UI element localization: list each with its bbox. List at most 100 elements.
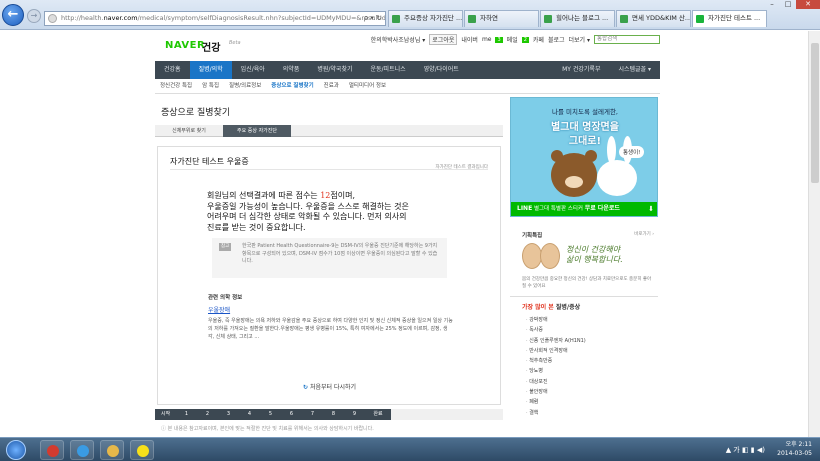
my-naver-link[interactable]: 내이버 <box>461 35 478 44</box>
window-controls: – □ ✕ <box>764 0 820 10</box>
featured-banner[interactable]: 정신이 건강해야 삶이 행복합니다. <box>522 241 650 273</box>
reference-note: 참고 한국판 Patient Health Questionnaire-9는 D… <box>212 238 447 278</box>
browser-tab-label: 힐어나는 블로그 ... <box>556 14 609 22</box>
featured-more-link[interactable]: 바로가기 › <box>634 231 654 237</box>
sub-nav-item[interactable]: 증상으로 질병찾기 <box>266 79 318 93</box>
web-page: NAVER 건강 Beta 한의학박사조남성님 ▾ 로그아웃 내이버 me 3 … <box>0 31 820 437</box>
vertical-scrollbar[interactable] <box>808 31 820 437</box>
kakaotalk-taskbar-app[interactable] <box>130 440 154 460</box>
main-nav-item[interactable]: 병원/약국찾기 <box>308 61 361 79</box>
progress-step: 3 <box>218 409 239 420</box>
forward-button[interactable]: → <box>27 9 41 23</box>
popular-list: 강박장애독사증신종 인플루엔자 A(H1N1)반사회적 인격장애척추측만증당뇨병… <box>526 315 586 418</box>
popular-item[interactable]: 강박장애 <box>526 315 586 325</box>
popular-item[interactable]: 불안장애 <box>526 387 586 397</box>
result-line: 진료를 받는 것이 중요합니다. <box>207 222 306 232</box>
main-nav-right-item[interactable]: 시스템글꼴 ▾ <box>609 61 660 79</box>
logout-button[interactable]: 로그아웃 <box>429 34 458 45</box>
start-button[interactable] <box>6 440 26 460</box>
address-prefix: http://health. <box>61 14 104 22</box>
progress-step: 1 <box>176 409 197 420</box>
main-nav-item[interactable]: 임신/육아 <box>232 61 274 79</box>
sub-tab[interactable]: 주요 증상 자가진단 <box>223 125 291 137</box>
sub-nav-item[interactable]: 멀티미디어 정보 <box>344 79 391 93</box>
line-sticker-ad[interactable]: 나를 미치도록 설레게한, 별그대 명장면을 그대로! 통생이! LINE 별그… <box>510 97 658 217</box>
blog-link[interactable]: 블로그 <box>548 35 565 44</box>
maximize-button[interactable]: □ <box>780 0 796 9</box>
related-link[interactable]: 우울장애 <box>208 305 230 314</box>
related-description: 우울증, 즉 우울장애는 의욕 저하와 우울감을 주요 증상으로 하여 다양한 … <box>208 318 453 340</box>
popular-item[interactable]: 결핵 <box>526 408 586 418</box>
user-menu[interactable]: 한의학박사조남성님 ▾ <box>371 35 426 44</box>
popular-item[interactable]: 당뇨병 <box>526 366 586 376</box>
main-nav-item[interactable]: 의약품 <box>274 61 309 79</box>
more-menu[interactable]: 더보기 ▾ <box>569 35 590 44</box>
popular-item[interactable]: 대상포진 <box>526 377 586 387</box>
ad-headline: 나를 미치도록 설레게한, <box>552 108 618 116</box>
result-line: 우울증일 가능성이 높습니다. 우울증을 스스로 해결하는 것은 <box>207 201 409 211</box>
note-text: 한국판 Patient Health Questionnaire-9는 DSM-… <box>242 243 438 264</box>
beta-label: Beta <box>229 40 241 46</box>
popular-item[interactable]: 신종 인플루엔자 A(H1N1) <box>526 336 586 346</box>
browser-tab[interactable]: 주요증상 자가진단 ... <box>388 10 463 27</box>
speech-bubble: 통생이! <box>619 146 645 158</box>
main-nav-item[interactable]: 운동/피트니스 <box>362 61 415 79</box>
chrome-icon <box>47 445 59 457</box>
ad-cta: 무료 다운로드 <box>584 205 620 212</box>
browser-tab[interactable]: 자가진단 테스트 ... <box>692 10 767 27</box>
minimize-button[interactable]: – <box>764 0 780 9</box>
browser-tab[interactable]: 면세 YDD&KIM 산... <box>616 10 691 27</box>
popular-item[interactable]: 척추측만증 <box>526 356 586 366</box>
sub-nav-item[interactable]: 질병/의료정보 <box>224 79 266 93</box>
ad-download-bar[interactable]: LINE 별그대 특별판 스티커 무료 다운로드 ⬇ <box>511 202 657 216</box>
featured-handwriting: 정신이 건강해야 삶이 행복합니다. <box>566 245 623 265</box>
popular-item[interactable]: 반사회적 인격장애 <box>526 346 586 356</box>
sub-nav-item[interactable]: 진료과 <box>319 79 344 93</box>
featured-description: 몸의 건강만큼 중요한 정신의 건강! 상담과 치료만으로도 충분히 좋아질 수… <box>522 277 652 289</box>
sub-tabs: 신체부위로 찾기 주요 증상 자가진단 <box>155 125 503 137</box>
mail-link[interactable]: 메일 <box>507 35 518 44</box>
chrome-taskbar-app[interactable] <box>40 440 64 460</box>
sub-tab[interactable]: 신체부위로 찾기 <box>155 125 223 137</box>
scroll-thumb[interactable] <box>811 43 819 183</box>
search-input[interactable]: 통합검색 <box>594 35 660 44</box>
main-nav-item[interactable]: 건강홈 <box>155 61 190 79</box>
browser-tab[interactable]: 힐어나는 블로그 ... <box>540 10 615 27</box>
featured-title: 기획특집 <box>522 233 543 239</box>
popular-title: 가장 많이 본 질병/증상 <box>522 302 580 311</box>
clock-date: 2014-03-05 <box>777 450 812 457</box>
service-name[interactable]: 건강 <box>202 39 220 54</box>
system-tray-icons[interactable]: ▲ 가 ◧ ▮ ◀) <box>726 445 765 455</box>
cafe-link[interactable]: 카페 <box>533 35 544 44</box>
retry-button[interactable]: ↻ 처음부터 다시하기 <box>303 382 356 391</box>
clock-time: 오후 2:11 <box>785 441 812 448</box>
progress-step: 시작 <box>155 409 176 420</box>
close-button[interactable]: ✕ <box>796 0 820 9</box>
divider <box>170 169 488 170</box>
naver-logo[interactable]: NAVER <box>165 40 205 51</box>
main-nav-item[interactable]: 영양/다이어트 <box>415 61 468 79</box>
sub-nav-item[interactable]: 암 특집 <box>197 79 224 93</box>
browser-tab[interactable]: 자하연 <box>464 10 539 27</box>
related-title: 관련 의학 정보 <box>208 295 243 301</box>
result-text: 회원님의 선택결과에 따른 점수는 12점이며, 우울증일 가능성이 높습니다.… <box>207 191 447 233</box>
windows-taskbar: ▲ 가 ◧ ▮ ◀) 오후 2:11 2014-03-05 <box>0 437 820 461</box>
address-bar[interactable]: http://health.naver.com/medical/symptom/… <box>44 11 386 26</box>
main-nav-right-item[interactable]: MY 건강기록부 <box>553 61 609 79</box>
popular-item[interactable]: 폐렴 <box>526 397 586 407</box>
me-link[interactable]: me <box>482 36 492 43</box>
main-nav: 건강홈 질병/의학 임신/육아 의약품 병원/약국찾기 운동/피트니스 영양/다이어트 MY … <box>155 61 660 79</box>
address-tools-icon[interactable]: ρ ▾ ↻ <box>364 12 382 25</box>
sub-nav: 정신건강 특집 암 특집 질병/의료정보 증상으로 질병찾기 진료과 멀티미디어 정보 <box>155 79 660 94</box>
sub-nav-item[interactable]: 정신건강 특집 <box>155 79 197 93</box>
progress-step: 8 <box>323 409 344 420</box>
back-button[interactable]: ← <box>2 4 24 26</box>
folder-taskbar-app[interactable] <box>100 440 124 460</box>
hand-line: 삶이 행복합니다. <box>566 255 623 264</box>
clock[interactable]: 오후 2:11 2014-03-05 <box>777 440 812 458</box>
popular-item[interactable]: 독사증 <box>526 325 586 335</box>
ie-taskbar-app[interactable] <box>70 440 94 460</box>
folder-icon <box>107 445 119 457</box>
browser-tab-label: 주요증상 자가진단 ... <box>404 14 463 22</box>
main-nav-item[interactable]: 질병/의학 <box>189 61 232 79</box>
